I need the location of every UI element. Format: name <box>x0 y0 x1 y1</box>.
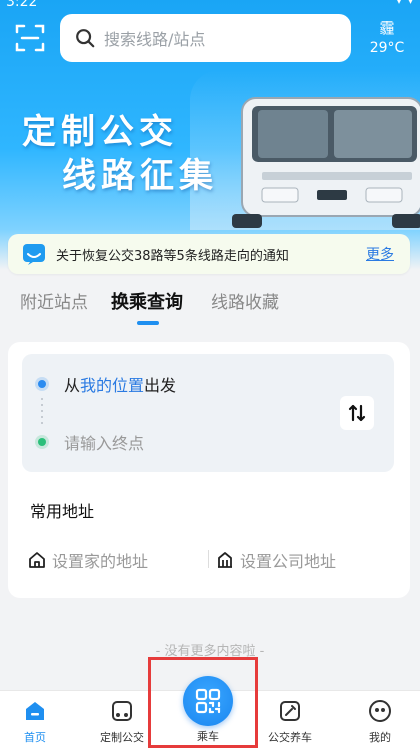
bus-image <box>232 97 420 228</box>
route-input-box: 从我的位置出发 请输入终点 <box>22 354 394 472</box>
origin-suffix: 出发 <box>144 376 177 395</box>
home-address-label: 设置家的地址 <box>52 552 149 571</box>
transfer-card: 从我的位置出发 请输入终点 常用地址 设置家的地址 设置公司地址 <box>8 342 410 598</box>
wrench-icon <box>280 701 300 721</box>
weather-widget[interactable]: 霾 29°C <box>364 18 410 58</box>
tab-transfer-query[interactable]: 换乘查询 <box>111 288 183 314</box>
search-icon <box>76 29 95 48</box>
segment-tabs: 附近站点 换乘查询 线路收藏 <box>0 288 420 328</box>
office-building-icon <box>218 552 232 568</box>
annotation-highlight-box <box>148 657 258 748</box>
origin-field[interactable]: 从我的位置出发 <box>64 372 176 396</box>
search-input[interactable]: 搜索线路/站点 <box>60 14 351 62</box>
home-icon <box>29 552 45 568</box>
notice-bar[interactable]: 关于恢复公交38路等5条线路走向的通知 更多 <box>8 234 410 274</box>
tabbar-custom-bus-label: 定制公交 <box>100 731 144 744</box>
tab-nearby-stations[interactable]: 附近站点 <box>20 288 88 313</box>
tabbar-profile-label: 我的 <box>369 731 391 744</box>
work-address-button[interactable]: 设置公司地址 <box>216 548 336 572</box>
route-connector <box>41 398 43 424</box>
address-divider <box>208 550 209 568</box>
status-time: 3:22 <box>6 0 38 10</box>
scan-icon[interactable] <box>14 22 46 54</box>
notice-text[interactable]: 关于恢复公交38路等5条线路走向的通知 <box>56 245 366 264</box>
tabbar-profile[interactable]: 我的 <box>345 691 415 749</box>
active-tab-indicator <box>137 321 159 325</box>
megaphone-icon <box>23 244 45 265</box>
home-address-button[interactable]: 设置家的地址 <box>28 548 148 572</box>
destination-field[interactable]: 请输入终点 <box>64 430 144 454</box>
destination-dot-icon <box>38 438 46 446</box>
origin-prefix: 从 <box>64 376 81 395</box>
bus-icon <box>112 701 132 721</box>
tab-favorite-routes[interactable]: 线路收藏 <box>211 288 279 313</box>
weather-temperature: 29°C <box>369 40 405 56</box>
notice-more-link[interactable]: 更多 <box>366 244 394 264</box>
home-icon <box>26 702 44 720</box>
tabbar-custom-bus[interactable]: 定制公交 <box>87 691 157 749</box>
origin-dot-icon <box>38 380 46 388</box>
status-icons: ▾ ▾ <box>395 0 414 8</box>
tabbar-car-care-label: 公交养车 <box>268 731 312 744</box>
search-placeholder: 搜索线路/站点 <box>104 30 206 49</box>
profile-icon <box>369 700 391 722</box>
tabbar-home[interactable]: 首页 <box>0 691 70 749</box>
weather-condition: 霾 <box>379 19 395 37</box>
common-addresses-title: 常用地址 <box>30 502 95 521</box>
banner-title-line2: 线路征集 <box>62 156 218 196</box>
work-address-label: 设置公司地址 <box>240 552 337 571</box>
tabbar-home-label: 首页 <box>24 731 46 744</box>
hero-banner[interactable]: 3:22 ▾ ▾ 搜索线路/站点 霾 29°C 定制公交 线路征集 <box>0 0 420 270</box>
origin-location: 我的位置 <box>80 376 145 395</box>
swap-icon <box>348 404 366 422</box>
swap-route-button[interactable] <box>340 396 374 430</box>
banner-title-line1: 定制公交 <box>22 112 178 152</box>
tabbar-car-care[interactable]: 公交养车 <box>255 691 325 749</box>
